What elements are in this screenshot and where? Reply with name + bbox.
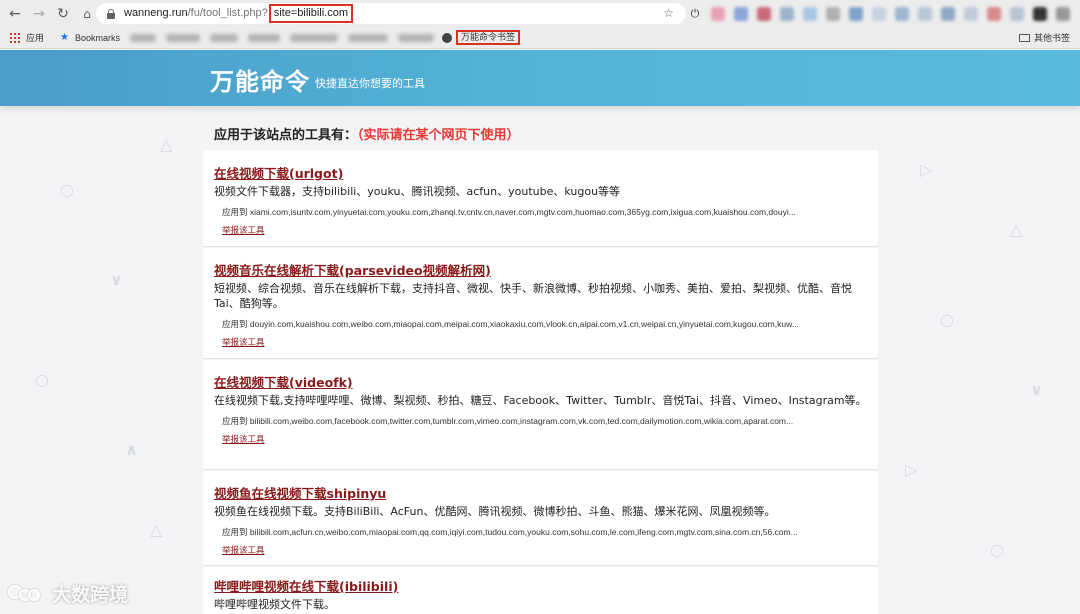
lock-icon[interactable]	[106, 8, 116, 19]
tool-description: 视频文件下载器，支持bilibili、youku、腾讯视频、acfun、yout…	[214, 185, 621, 198]
blurred-bookmark[interactable]	[248, 33, 280, 42]
address-bar[interactable]: wanneng.run/fu/tool_list.php? site=bilibi…	[96, 3, 686, 24]
background-decoration: ▷	[905, 460, 918, 479]
url-query-highlight: site=bilibili.com	[268, 4, 354, 23]
extension-icon[interactable]	[780, 7, 794, 21]
background-decoration: ○	[60, 180, 74, 199]
url-host: wanneng.run	[124, 7, 188, 19]
site-subtitle: 快捷直达你想要的工具	[315, 77, 425, 90]
extension-icon[interactable]	[964, 7, 978, 21]
report-tool-link[interactable]: 举报该工具	[222, 336, 265, 348]
tools-intro-note: （实际请在某个网页下使用）	[357, 128, 520, 143]
background-decoration: △	[150, 520, 163, 539]
blurred-bookmark[interactable]	[130, 33, 156, 42]
home-icon[interactable]: ⌂	[78, 5, 96, 23]
background-decoration: ▷	[920, 160, 933, 179]
blurred-bookmark[interactable]	[348, 33, 388, 42]
background-decoration: ○	[940, 310, 954, 329]
site-title[interactable]: 万能命令	[210, 62, 310, 97]
tool-title-link[interactable]: 视频鱼在线视频下载shipinyu	[214, 483, 386, 502]
tool-card: 在线视频下载(urlgot) 视频文件下载器，支持bilibili、youku、…	[203, 150, 878, 247]
tool-description: 短视频、综合视频、音乐在线解析下载，支持抖音、微视、快手、新浪微博、秒拍视频、小…	[214, 282, 852, 310]
extension-icon[interactable]	[826, 7, 840, 21]
bookmark-bookmarks[interactable]: Bookmarks	[75, 33, 120, 43]
background-decoration: ∨	[110, 270, 123, 289]
bookmarks-star-icon: ★	[60, 32, 69, 43]
extension-icon[interactable]	[987, 7, 1001, 21]
back-icon[interactable]: ←	[6, 5, 24, 23]
extension-icon[interactable]	[941, 7, 955, 21]
url-text[interactable]: wanneng.run/fu/tool_list.php? site=bilibi…	[124, 4, 354, 23]
background-decoration: ∧	[125, 440, 138, 459]
report-tool-link[interactable]: 举报该工具	[222, 224, 265, 236]
watermark-logo-icon	[8, 583, 46, 605]
blurred-bookmark[interactable]	[210, 33, 238, 42]
profile-avatar[interactable]	[1033, 7, 1047, 21]
apps-grid-icon[interactable]	[10, 32, 20, 43]
reload-icon[interactable]: ↻	[54, 5, 72, 23]
extension-icon[interactable]	[918, 7, 932, 21]
tool-card: 视频音乐在线解析下载(parsevideo视频解析网) 短视频、综合视频、音乐在…	[203, 248, 878, 359]
extension-icon[interactable]	[734, 7, 748, 21]
extension-icon[interactable]	[849, 7, 863, 21]
power-icon[interactable]: ⏻	[688, 7, 702, 21]
tool-card: 哔哩哔哩视频在线下载(ibilibili) 哔哩哔哩视频文件下载。	[203, 567, 878, 614]
bookmarks-bar: 应用 ★ Bookmarks 万能命令书签 其他书签	[0, 27, 1080, 49]
page-content: △ ○ ∨ ○ ∧ △ ▷ △ ○ ∨ ▷ ○ 万能命令 快捷直达你想要的工具 …	[0, 50, 1080, 614]
tool-description: 哔哩哔哩视频文件下载。	[214, 598, 335, 611]
tool-title-link[interactable]: 在线视频下载(urlgot)	[214, 163, 343, 182]
other-bookmarks-label: 其他书签	[1033, 33, 1070, 43]
tool-title-link[interactable]: 视频音乐在线解析下载(parsevideo视频解析网)	[214, 260, 491, 279]
tool-title-link[interactable]: 在线视频下载(videofk)	[214, 372, 353, 391]
blurred-bookmark[interactable]	[398, 33, 434, 42]
extension-icon[interactable]	[872, 7, 886, 21]
url-path: /fu/tool_list.php?	[187, 7, 268, 19]
globe-icon	[442, 32, 452, 43]
menu-icon[interactable]	[1056, 7, 1070, 21]
blurred-bookmark[interactable]	[166, 33, 200, 42]
background-decoration: ○	[990, 540, 1004, 559]
watermark: 大数跨境	[8, 580, 128, 607]
tool-description: 视频鱼在线视频下载。支持BiliBili、AcFun、优酷网、腾讯视频、微博秒拍…	[214, 505, 776, 518]
extension-icon[interactable]	[895, 7, 909, 21]
bookmark-apps[interactable]: 应用	[26, 31, 44, 44]
background-decoration: △	[1010, 220, 1023, 239]
tool-applies-to: 应用到 xiami.com,isuntv.com,yinyuetai.com,y…	[222, 207, 796, 217]
browser-toolbar: ← → ↻ ⌂ wanneng.run/fu/tool_list.php? sit…	[0, 0, 1080, 27]
folder-icon	[1018, 33, 1030, 42]
tool-title-link[interactable]: 哔哩哔哩视频在线下载(ibilibili)	[214, 576, 398, 595]
background-decoration: ∨	[1030, 380, 1043, 399]
watermark-text: 大数跨境	[52, 584, 129, 606]
extensions-area: ⏻	[688, 5, 1078, 23]
tool-applies-to: 应用到 bilibili.com,acfun.cn,weibo.com,miao…	[222, 527, 798, 537]
blurred-bookmark[interactable]	[290, 33, 338, 42]
bookmark-star-icon[interactable]: ☆	[663, 6, 674, 20]
extension-icon[interactable]	[803, 7, 817, 21]
extension-icon[interactable]	[711, 7, 725, 21]
tool-applies-to: 应用到 bilibili.com,weibo.com,facebook.com,…	[222, 416, 794, 426]
extension-icon[interactable]	[757, 7, 771, 21]
background-decoration: △	[160, 135, 173, 154]
bookmark-wanneng-highlight[interactable]: 万能命令书签	[456, 30, 521, 45]
tools-intro: 应用于该站点的工具有：（实际请在某个网页下使用）	[214, 124, 520, 143]
forward-icon[interactable]: →	[30, 5, 48, 23]
tools-intro-text: 应用于该站点的工具有：	[214, 128, 358, 143]
tool-card: 视频鱼在线视频下载shipinyu 视频鱼在线视频下载。支持BiliBili、A…	[203, 471, 878, 566]
tool-applies-to: 应用到 douyin.com,kuaishou.com,weibo.com,mi…	[222, 319, 799, 329]
extension-icon[interactable]	[1010, 7, 1024, 21]
report-tool-link[interactable]: 举报该工具	[222, 544, 265, 556]
report-tool-link[interactable]: 举报该工具	[222, 433, 265, 445]
other-bookmarks[interactable]: 其他书签	[1018, 31, 1070, 44]
tool-description: 在线视频下载,支持哔哩哔哩、微博、梨视频、秒拍、糖豆、Facebook、Twit…	[214, 394, 867, 407]
background-decoration: ○	[35, 370, 49, 389]
site-header-banner: 万能命令 快捷直达你想要的工具	[0, 50, 1080, 106]
tool-card: 在线视频下载(videofk) 在线视频下载,支持哔哩哔哩、微博、梨视频、秒拍、…	[203, 360, 878, 470]
